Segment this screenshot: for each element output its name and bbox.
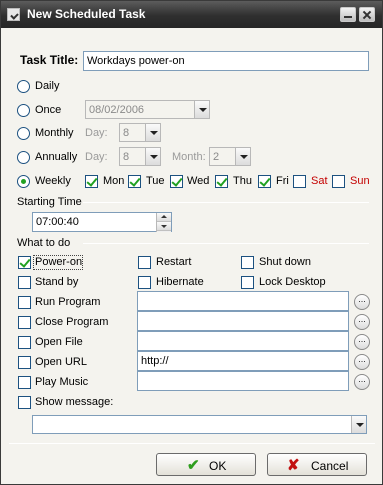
weekday-fri-checkbox[interactable]: [258, 175, 271, 188]
monthly-label: Monthly: [35, 127, 74, 139]
ok-label: OK: [209, 459, 227, 473]
minimize-button[interactable]: [340, 7, 356, 22]
hibernate-label: Hibernate: [156, 276, 204, 288]
restart-checkbox[interactable]: [138, 256, 151, 269]
annually-day-value: 8: [123, 151, 130, 163]
weekday-wed-label: Wed: [187, 175, 210, 187]
play-music-input[interactable]: [137, 371, 349, 391]
open-file-checkbox[interactable]: [18, 336, 31, 349]
open-url-browse-button[interactable]: ...: [354, 354, 370, 370]
weekly-radio[interactable]: [17, 175, 30, 188]
play-music-browse-button[interactable]: ...: [354, 374, 370, 390]
weekday-mon-checkbox[interactable]: [85, 175, 98, 188]
run-program-input[interactable]: [137, 291, 349, 311]
weekday-sat-label: Sat: [311, 175, 328, 187]
ok-button[interactable]: ✔ OK: [156, 453, 256, 476]
new-scheduled-task-dialog: New Scheduled Task Task Title: Workdays …: [0, 0, 383, 485]
chevron-down-icon[interactable]: [145, 124, 160, 141]
weekday-sat-checkbox[interactable]: [293, 175, 306, 188]
monthly-radio[interactable]: [17, 127, 30, 140]
open-file-input[interactable]: [137, 331, 349, 351]
weekday-fri-label: Fri: [276, 175, 289, 187]
checkmark-icon: ✔: [187, 457, 200, 474]
app-icon: [7, 8, 20, 21]
weekly-label: Weekly: [35, 175, 71, 187]
task-title-input[interactable]: Workdays power-on: [83, 51, 369, 71]
open-url-input[interactable]: http://: [137, 351, 349, 371]
hibernate-checkbox[interactable]: [138, 276, 151, 289]
close-program-label: Close Program: [35, 316, 109, 328]
power-on-label: Power-on: [35, 256, 83, 268]
shut-down-label: Shut down: [259, 256, 311, 268]
cancel-label: Cancel: [311, 459, 349, 473]
what-to-do-label: What to do: [17, 237, 71, 249]
weekday-sun-checkbox[interactable]: [332, 175, 345, 188]
restart-label: Restart: [156, 256, 192, 268]
show-message-label: Show message:: [35, 396, 114, 408]
stand-by-label: Stand by: [35, 276, 79, 288]
weekday-sun-label: Sun: [350, 175, 370, 187]
daily-radio[interactable]: [17, 80, 30, 93]
open-file-browse-button[interactable]: ...: [354, 334, 370, 350]
close-program-input[interactable]: [137, 311, 349, 331]
open-url-label: Open URL: [35, 356, 87, 368]
spin-up-icon[interactable]: [157, 213, 171, 222]
show-message-checkbox[interactable]: [18, 396, 31, 409]
lock-desktop-checkbox[interactable]: [241, 276, 254, 289]
close-button[interactable]: [359, 7, 375, 22]
buttons-divider: [9, 443, 375, 444]
cross-icon: ✘: [287, 457, 300, 474]
monthly-day-label: Day:: [85, 127, 108, 139]
chevron-down-icon[interactable]: [351, 416, 366, 433]
starting-time-input[interactable]: 07:00:40: [32, 212, 172, 232]
shut-down-checkbox[interactable]: [241, 256, 254, 269]
play-music-label: Play Music: [35, 376, 89, 388]
weekday-tue-label: Tue: [146, 175, 165, 187]
annually-month-label: Month:: [172, 151, 206, 163]
close-program-checkbox[interactable]: [18, 316, 31, 329]
lock-desktop-label: Lock Desktop: [259, 276, 326, 288]
stand-by-checkbox[interactable]: [18, 276, 31, 289]
annually-month-select[interactable]: 2: [209, 147, 251, 166]
annually-day-label: Day:: [85, 151, 108, 163]
weekday-thu-checkbox[interactable]: [215, 175, 228, 188]
once-radio[interactable]: [17, 104, 30, 117]
once-date-value: 08/02/2006: [89, 104, 145, 116]
what-to-do-divider: [83, 243, 369, 244]
window-title: New Scheduled Task: [27, 7, 146, 21]
run-program-label: Run Program: [35, 296, 101, 308]
chevron-down-icon[interactable]: [194, 101, 209, 118]
run-program-checkbox[interactable]: [18, 296, 31, 309]
chevron-down-icon[interactable]: [145, 148, 160, 165]
show-message-select[interactable]: [32, 415, 367, 434]
open-url-checkbox[interactable]: [18, 356, 31, 369]
daily-label: Daily: [35, 80, 60, 92]
play-music-checkbox[interactable]: [18, 376, 31, 389]
close-program-browse-button[interactable]: ...: [354, 314, 370, 330]
weekday-mon-label: Mon: [103, 175, 125, 187]
task-title-label: Task Title:: [20, 53, 79, 67]
title-bar[interactable]: New Scheduled Task: [1, 1, 382, 28]
annually-label: Annually: [35, 151, 78, 163]
once-date-picker[interactable]: 08/02/2006: [85, 100, 210, 119]
weekday-wed-checkbox[interactable]: [170, 175, 183, 188]
monthly-day-select[interactable]: 8: [119, 123, 161, 142]
once-label: Once: [35, 104, 62, 116]
starting-time-spinner[interactable]: [156, 213, 171, 232]
annually-radio[interactable]: [17, 151, 30, 164]
power-on-checkbox[interactable]: [18, 256, 31, 269]
weekday-tue-checkbox[interactable]: [128, 175, 141, 188]
chevron-down-icon[interactable]: [235, 148, 250, 165]
starting-time-label: Starting Time: [17, 196, 82, 208]
open-file-label: Open File: [35, 336, 83, 348]
monthly-day-value: 8: [123, 127, 130, 139]
weekday-thu-label: Thu: [233, 175, 252, 187]
run-program-browse-button[interactable]: ...: [354, 294, 370, 310]
spin-down-icon[interactable]: [157, 222, 171, 231]
starting-time-divider: [83, 202, 369, 203]
annually-month-value: 2: [213, 151, 220, 163]
cancel-button[interactable]: ✘ Cancel: [267, 453, 367, 476]
annually-day-select[interactable]: 8: [119, 147, 161, 166]
